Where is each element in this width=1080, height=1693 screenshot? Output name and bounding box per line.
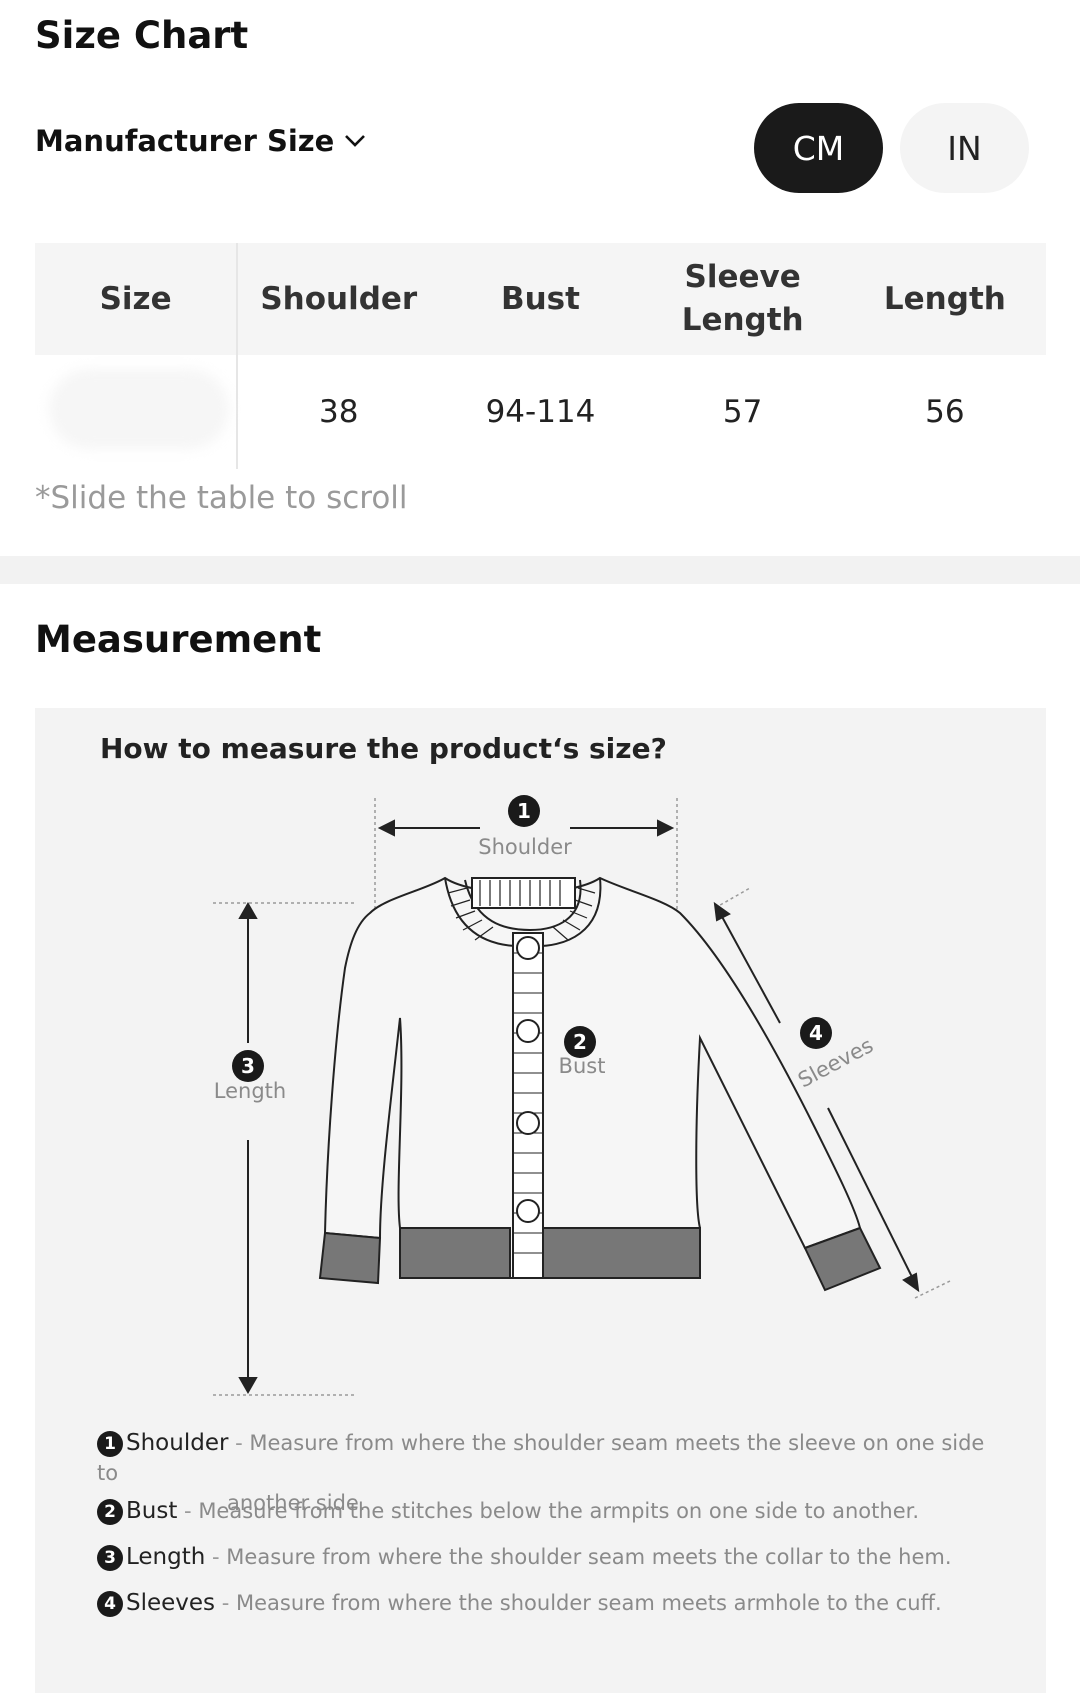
legend-item: 3 Length - Measure from where the shoulde… (97, 1542, 997, 1572)
length-label: Length (214, 1079, 286, 1103)
column-header-length: Length (883, 280, 1006, 317)
legend-number-2: 2 (97, 1499, 123, 1525)
size-cell (35, 355, 239, 469)
unit-cm-button[interactable]: CM (754, 103, 883, 193)
blurred-size-value (49, 369, 229, 449)
badge-1: 1 (517, 799, 531, 823)
measurement-panel: How to measure the product‘s size? 1 2 3… (35, 708, 1046, 1693)
legend-term-bust: Bust (126, 1498, 178, 1524)
bust-label: Bust (559, 1054, 606, 1078)
legend-term-length: Length (126, 1544, 206, 1570)
table-row: 38 94-114 57 56 (35, 355, 1046, 469)
legend-desc-shoulder: Measure from where the shoulder seam mee… (97, 1431, 985, 1485)
column-header-size: Size (35, 243, 239, 355)
badge-4: 4 (809, 1021, 823, 1045)
manufacturer-size-dropdown[interactable]: Manufacturer Size (35, 124, 366, 158)
badge-2: 2 (573, 1030, 587, 1054)
size-chart-title: Size Chart (35, 14, 249, 57)
size-table[interactable]: Size Shoulder Bust Sleeve Length Length … (35, 243, 1046, 469)
section-divider (0, 556, 1080, 584)
table-header-row: Size Shoulder Bust Sleeve Length Length (35, 243, 1046, 355)
shoulder-cell: 38 (319, 394, 359, 430)
unit-in-button[interactable]: IN (900, 103, 1029, 193)
manufacturer-size-label: Manufacturer Size (35, 124, 335, 158)
legend-number-3: 3 (97, 1545, 123, 1571)
column-header-shoulder: Shoulder (260, 280, 418, 317)
legend-desc-bust: Measure from the stitches below the armp… (198, 1499, 919, 1523)
bust-cell: 94-114 (485, 394, 596, 430)
length-cell: 56 (925, 394, 965, 430)
legend-term-shoulder: Shoulder (126, 1430, 229, 1456)
legend-term-sleeves: Sleeves (126, 1590, 216, 1616)
legend-item: 4 Sleeves - Measure from where the should… (97, 1588, 997, 1618)
shoulder-label: Shoulder (478, 835, 572, 859)
legend-item: 2 Bust - Measure from the stitches below … (97, 1496, 997, 1526)
chevron-down-icon (345, 135, 366, 147)
legend-number-4: 4 (97, 1591, 123, 1617)
scroll-hint: *Slide the table to scroll (35, 480, 408, 516)
column-header-bust: Bust (500, 280, 580, 317)
legend-desc-sleeves: Measure from where the shoulder seam mee… (236, 1591, 942, 1615)
sleeve-length-cell: 57 (722, 394, 763, 430)
badge-3: 3 (241, 1054, 255, 1078)
measurement-title: Measurement (35, 618, 322, 661)
column-header-sleeve-length: Sleeve Length (681, 259, 804, 338)
legend-number-1: 1 (97, 1431, 123, 1457)
legend-desc-length: Measure from where the shoulder seam mee… (226, 1545, 952, 1569)
